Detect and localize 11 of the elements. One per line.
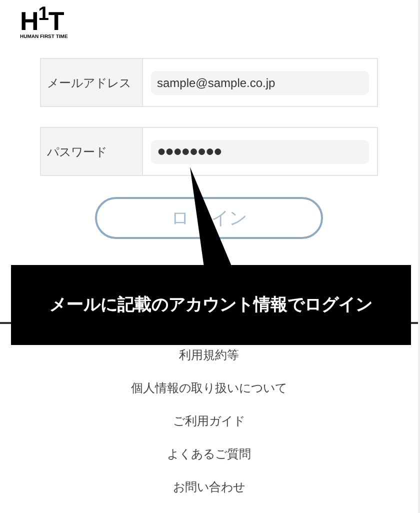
email-field[interactable]: sample@sample.co.jp <box>151 70 369 94</box>
footer-link[interactable]: よくあるご質問 <box>167 445 251 463</box>
field-label: パスワード <box>47 144 107 160</box>
footer-link[interactable]: ご利用ガイド <box>173 412 245 430</box>
field-label: メールアドレス <box>47 74 131 92</box>
footer-link[interactable]: 個人情報の取り扱いについて <box>131 379 287 397</box>
password-field[interactable]: ●●●●●●●● <box>151 140 369 164</box>
footer-link[interactable]: 利用規約等 <box>179 346 239 364</box>
callout-text: メールに記載のアカウント情報でログイン <box>50 294 372 316</box>
logo-mark: H$^{1}$T <box>20 8 64 34</box>
footer-link[interactable]: お問い合わせ <box>173 478 245 496</box>
